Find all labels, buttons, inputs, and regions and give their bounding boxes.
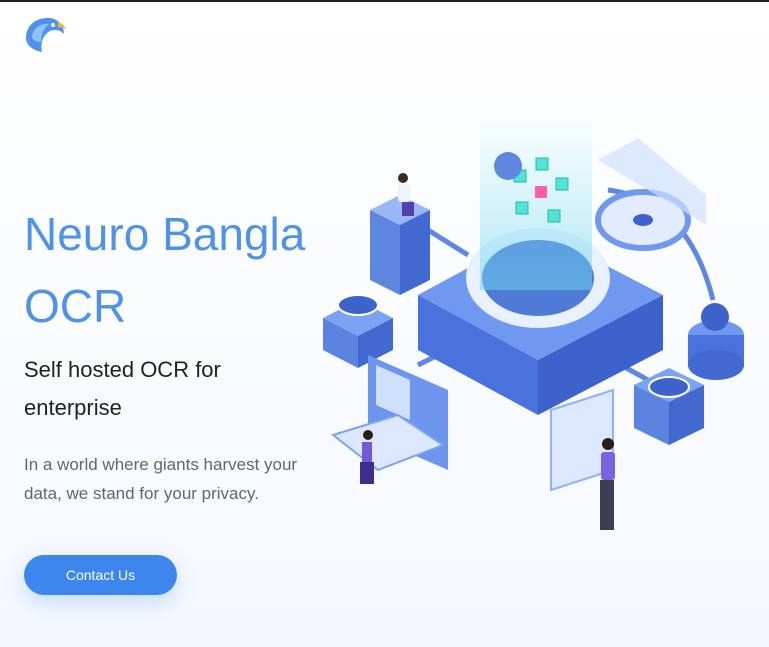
contact-us-button[interactable]: Contact Us [24,555,177,595]
eagle-logo-icon[interactable] [22,14,66,56]
hero-title: Neuro Bangla OCR [24,208,306,332]
hero-subtitle: Self hosted OCR for enterprise [24,357,221,420]
hero-description: In a world where giants harvest your dat… [24,455,298,503]
data-center-illustration [323,110,744,530]
top-border [0,0,769,2]
